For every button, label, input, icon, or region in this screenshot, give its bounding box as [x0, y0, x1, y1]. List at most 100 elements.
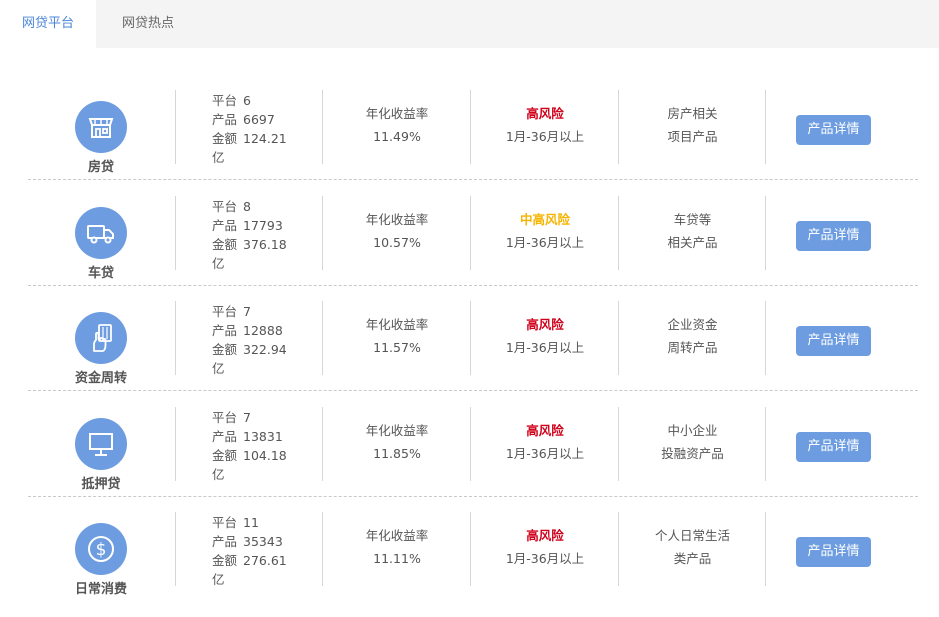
product-count: 17793	[243, 217, 283, 233]
amount-label: 金额	[212, 131, 238, 146]
product-count: 12888	[243, 323, 283, 338]
description-line-2: 项目产品	[667, 129, 718, 144]
risk-level: 高风险	[526, 528, 564, 543]
row-separator	[28, 495, 918, 497]
column-divider	[175, 195, 176, 270]
amount-label: 金额	[212, 342, 238, 357]
column-divider	[765, 512, 766, 586]
description-line-1: 个人日常生活	[654, 528, 730, 543]
rate-label: 年化收益率	[365, 422, 429, 438]
platform-stats: 平台 8 产品 17793 金额 376.18 亿	[212, 197, 302, 273]
risk-level: 高风险	[526, 106, 564, 121]
term-range: 1月-36月以上	[505, 551, 585, 566]
platform-label: 平台	[212, 93, 238, 108]
category-label: 日常消费	[74, 582, 127, 597]
monitor-icon	[75, 417, 127, 470]
product-label: 产品	[212, 323, 238, 338]
row-separator	[28, 284, 918, 286]
tab-p2p-platforms[interactable]: 网贷平台	[0, 0, 96, 48]
rate-value: 11.85%	[373, 445, 421, 461]
risk-level: 中高风险	[519, 211, 570, 227]
product-count: 13831	[243, 428, 283, 444]
risk-column: 中高风险 1月-36月以上	[471, 208, 619, 254]
rate-column: 年化收益率 11.57%	[323, 313, 471, 359]
row-separator	[28, 179, 918, 180]
description-column: 个人日常生活 类产品	[619, 524, 766, 570]
platform-count: 7	[243, 409, 251, 425]
product-details-button[interactable]: 产品详情	[796, 431, 871, 462]
rate-label: 年化收益率	[365, 317, 429, 332]
truck-icon	[75, 206, 127, 259]
platform-count: 7	[243, 304, 251, 319]
product-details-button[interactable]: 产品详情	[796, 220, 871, 251]
product-details-button[interactable]: 产品详情	[796, 326, 871, 356]
rate-value: 11.11%	[373, 551, 421, 566]
rate-column: 年化收益率 11.49%	[323, 102, 471, 148]
category-label: 房贷	[87, 160, 114, 175]
column-divider	[175, 90, 176, 164]
term-range: 1月-36月以上	[505, 129, 585, 144]
column-divider	[765, 195, 766, 270]
rate-column: 年化收益率 11.85%	[323, 419, 471, 465]
term-range: 1月-36月以上	[505, 340, 585, 355]
term-range: 1月-36月以上	[505, 445, 585, 461]
platform-stats: 平台 7 产品 13831 金额 104.18 亿	[212, 408, 302, 484]
risk-column: 高风险 1月-36月以上	[471, 313, 619, 359]
hand-card-icon	[75, 312, 127, 364]
amount-unit: 亿	[212, 572, 225, 587]
dollar-icon: $	[75, 523, 127, 575]
column-divider	[765, 406, 766, 481]
category-row: $ 日常消费 平台 11 产品 35343 金额 276.61 亿 年化收益率 11.11% 高风险 1…	[0, 512, 939, 617]
risk-column: 高风险 1月-36月以上	[471, 419, 619, 465]
rate-label: 年化收益率	[365, 528, 429, 543]
rate-value: 11.57%	[373, 340, 421, 355]
amount-unit: 亿	[212, 255, 225, 271]
rate-column: 年化收益率 10.57%	[323, 208, 471, 254]
amount-value: 376.18	[243, 236, 287, 252]
risk-column: 高风险 1月-36月以上	[471, 524, 619, 570]
svg-text:$: $	[96, 540, 107, 560]
column-divider	[175, 512, 176, 586]
column-divider	[765, 90, 766, 164]
rate-label: 年化收益率	[365, 211, 429, 227]
description-line-1: 企业资金	[667, 317, 718, 332]
amount-unit: 亿	[212, 466, 225, 482]
rate-label: 年化收益率	[365, 106, 429, 121]
tab-bar: 网贷平台 网贷热点	[0, 0, 939, 48]
product-details-button[interactable]: 产品详情	[796, 115, 871, 145]
platform-label: 平台	[212, 198, 238, 214]
rate-value: 10.57%	[373, 234, 421, 250]
amount-unit: 亿	[212, 361, 225, 376]
description-line-1: 房产相关	[667, 106, 718, 121]
description-column: 车贷等 相关产品	[619, 208, 766, 254]
amount-value: 124.21	[243, 131, 287, 146]
description-line-2: 相关产品	[667, 234, 718, 250]
product-count: 35343	[243, 534, 283, 549]
product-label: 产品	[212, 112, 238, 127]
amount-label: 金额	[212, 236, 238, 252]
platform-label: 平台	[212, 409, 238, 425]
platform-count: 11	[243, 515, 259, 530]
description-column: 企业资金 周转产品	[619, 313, 766, 359]
description-line-1: 车贷等	[673, 211, 712, 227]
product-label: 产品	[212, 217, 238, 233]
column-divider	[175, 301, 176, 375]
amount-value: 104.18	[243, 447, 287, 463]
product-details-button[interactable]: 产品详情	[796, 537, 871, 567]
product-count: 6697	[243, 112, 275, 127]
storefront-icon	[75, 101, 127, 153]
description-line-1: 中小企业	[667, 422, 718, 438]
category-label: 抵押贷	[81, 476, 121, 492]
platform-stats: 平台 6 产品 6697 金额 124.21 亿	[212, 91, 302, 167]
platform-stats: 平台 7 产品 12888 金额 322.94 亿	[212, 302, 302, 378]
description-line-2: 周转产品	[667, 340, 718, 355]
description-line-2: 类产品	[673, 551, 712, 566]
description-column: 房产相关 项目产品	[619, 102, 766, 148]
amount-label: 金额	[212, 447, 238, 463]
description-column: 中小企业 投融资产品	[619, 419, 766, 465]
category-label: 资金周转	[74, 371, 127, 386]
risk-level: 高风险	[526, 422, 564, 438]
tab-p2p-hotspots[interactable]: 网贷热点	[96, 0, 200, 48]
term-range: 1月-36月以上	[505, 234, 585, 250]
product-label: 产品	[212, 428, 238, 444]
